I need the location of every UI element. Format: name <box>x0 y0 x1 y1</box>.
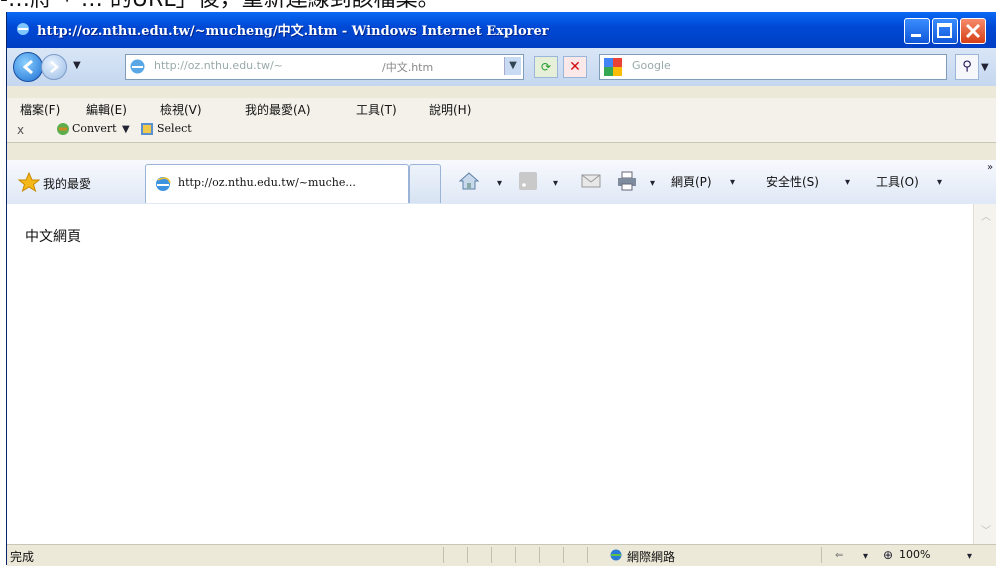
magnifier-icon: ⚲ <box>962 59 972 74</box>
status-divider <box>539 547 540 563</box>
links-toolbar: x Convert ▼ Select <box>7 118 996 143</box>
window-title: http://oz.nthu.edu.tw/~mucheng/中文.htm - … <box>37 24 549 39</box>
page-icon <box>130 59 145 74</box>
status-divider <box>587 547 588 563</box>
address-bar[interactable]: http://oz.nthu.edu.tw/~ /中文.htm ▼ <box>125 54 524 80</box>
search-options-icon[interactable]: ▼ <box>981 62 989 73</box>
status-divider <box>491 547 492 563</box>
search-box[interactable]: Google <box>599 54 947 80</box>
stop-button[interactable]: ✕ <box>563 56 587 78</box>
mail-icon[interactable] <box>580 170 602 192</box>
convert-button[interactable]: Convert <box>72 122 117 135</box>
page-menu-dropdown-icon[interactable]: ▾ <box>730 177 735 188</box>
google-logo-icon <box>604 58 622 76</box>
menu-help[interactable]: 說明(H) <box>429 101 471 118</box>
status-divider <box>515 547 516 563</box>
status-divider <box>821 547 822 563</box>
safety-menu-button[interactable]: 安全性(S) <box>766 173 819 190</box>
feeds-dropdown-icon[interactable]: ▾ <box>553 178 558 189</box>
close-icon <box>965 23 981 39</box>
menu-view[interactable]: 檢視(V) <box>160 101 202 118</box>
stop-icon: ✕ <box>569 59 581 75</box>
print-icon[interactable] <box>616 170 638 192</box>
convert-icon <box>57 123 69 135</box>
protected-mode-dropdown-icon[interactable]: ▾ <box>863 551 868 562</box>
security-zone-label[interactable]: 網際網路 <box>627 548 675 565</box>
status-text: 完成 <box>10 550 35 564</box>
zoom-dropdown-icon[interactable]: ▾ <box>967 551 972 562</box>
zoom-level[interactable]: 100% <box>899 548 930 561</box>
menu-favorites[interactable]: 我的最愛(A) <box>245 101 311 118</box>
menu-edit[interactable]: 編輯(E) <box>86 101 127 118</box>
caption-text: -…將「 … 的URL」後，重新連線到該檔案。 <box>0 0 996 12</box>
new-tab-button[interactable] <box>409 164 441 203</box>
favorites-command-bar: 我的最愛 http://oz.nthu.edu.tw/~muche... ▾ ▾… <box>7 160 996 205</box>
select-icon <box>141 123 153 135</box>
vertical-scrollbar[interactable]: ︿ ﹀ <box>973 204 996 544</box>
internet-globe-icon <box>610 549 622 561</box>
page-content: 中文網頁 <box>7 204 973 544</box>
print-dropdown-icon[interactable]: ▾ <box>650 178 655 189</box>
status-bar: 完成 網際網路 ⇐ ▾ ⊕ 100% ▾ <box>7 544 996 566</box>
protected-mode-icon[interactable]: ⇐ <box>835 550 843 561</box>
page-text: 中文網頁 <box>25 229 81 245</box>
back-button[interactable] <box>13 52 43 82</box>
refresh-button[interactable]: ⟳ <box>534 56 558 78</box>
home-icon[interactable] <box>458 170 480 192</box>
address-text-right: /中文.htm <box>382 61 434 74</box>
back-arrow-icon <box>22 59 33 75</box>
menu-file[interactable]: 檔案(F) <box>20 101 60 118</box>
safety-menu-dropdown-icon[interactable]: ▾ <box>845 177 850 188</box>
maximize-button[interactable] <box>932 18 958 44</box>
history-dropdown-icon[interactable]: ▼ <box>73 60 81 71</box>
address-dropdown-icon[interactable]: ▼ <box>504 57 521 75</box>
convert-dropdown-icon[interactable]: ▼ <box>122 124 130 135</box>
tools-menu-button[interactable]: 工具(O) <box>876 173 919 190</box>
menu-bar: 檔案(F) 編輯(E) 檢視(V) 我的最愛(A) 工具(T) 說明(H) <box>7 98 996 118</box>
status-divider <box>467 547 468 563</box>
favorites-star-icon[interactable] <box>18 172 40 192</box>
favorites-label[interactable]: 我的最愛 <box>43 175 91 192</box>
search-placeholder: Google <box>632 59 671 72</box>
home-dropdown-icon[interactable]: ▾ <box>497 178 502 189</box>
ie-window: http://oz.nthu.edu.tw/~mucheng/中文.htm - … <box>6 12 996 566</box>
status-divider <box>443 547 444 563</box>
scroll-down-icon[interactable]: ﹀ <box>978 522 994 538</box>
menu-tools[interactable]: 工具(T) <box>356 101 397 118</box>
tab-title: http://oz.nthu.edu.tw/~muche... <box>178 176 356 189</box>
select-button[interactable]: Select <box>157 122 192 135</box>
close-button[interactable] <box>960 18 986 44</box>
tools-menu-dropdown-icon[interactable]: ▾ <box>937 177 942 188</box>
address-text-left: http://oz.nthu.edu.tw/~ <box>154 59 283 72</box>
search-go-button[interactable]: ⚲ <box>955 54 979 80</box>
zoom-icon[interactable]: ⊕ <box>883 548 893 562</box>
refresh-icon: ⟳ <box>540 60 552 74</box>
page-menu-button[interactable]: 網頁(P) <box>671 173 712 190</box>
tab-current[interactable]: http://oz.nthu.edu.tw/~muche... <box>145 164 409 203</box>
title-bar: http://oz.nthu.edu.tw/~mucheng/中文.htm - … <box>7 12 996 48</box>
forward-arrow-icon <box>50 61 59 73</box>
maximize-icon <box>937 23 952 38</box>
navigation-bar: ▼ http://oz.nthu.edu.tw/~ /中文.htm ▼ ⟳ ✕ … <box>7 48 996 86</box>
toolbar-close-button[interactable]: x <box>17 123 24 137</box>
feeds-icon[interactable] <box>517 170 539 192</box>
minimize-icon <box>911 34 921 37</box>
chevron-more-icon[interactable]: » <box>987 162 993 173</box>
minimize-button[interactable] <box>904 18 930 44</box>
ie-page-icon <box>156 177 171 191</box>
scroll-up-icon[interactable]: ︿ <box>978 208 994 224</box>
forward-button[interactable] <box>41 54 67 80</box>
ie-icon <box>17 23 29 35</box>
status-divider <box>563 547 564 563</box>
